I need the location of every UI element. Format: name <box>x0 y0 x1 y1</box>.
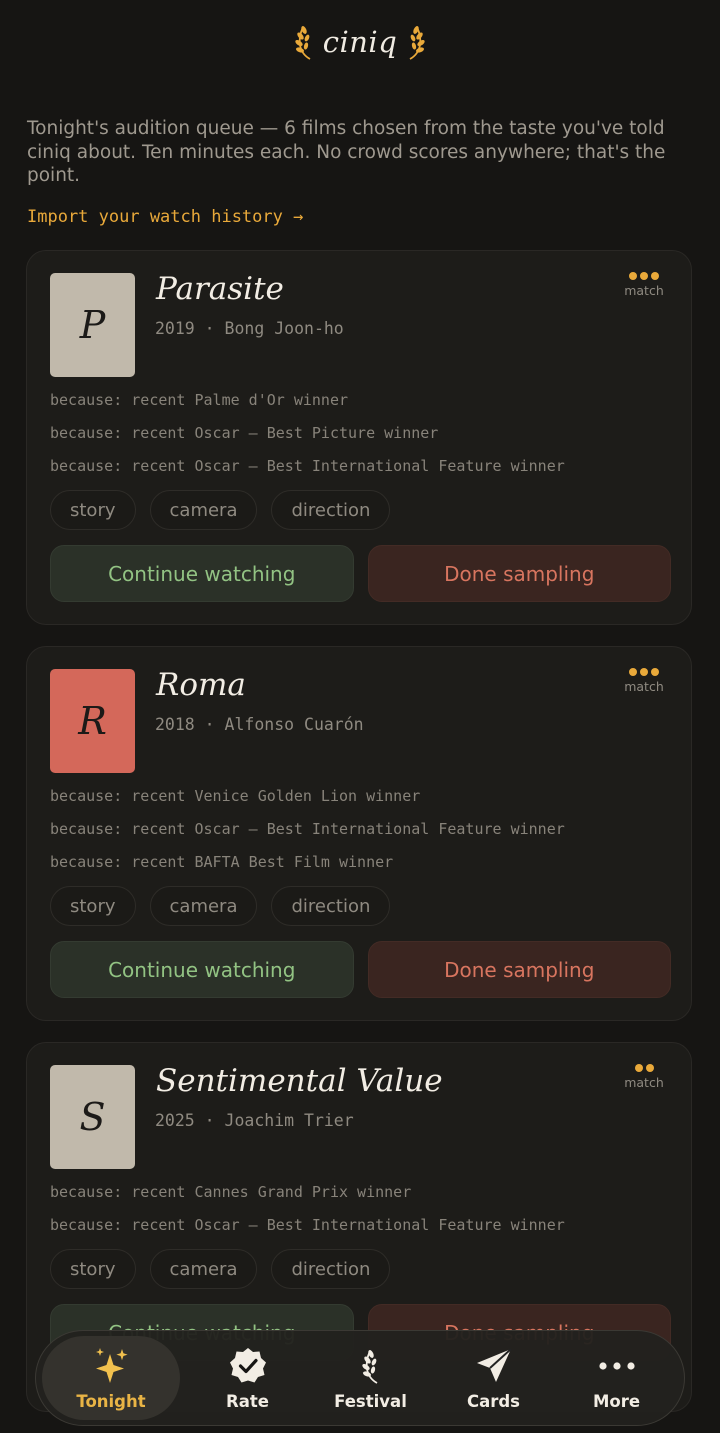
reason-line: because: recent Oscar – Best Internation… <box>50 457 565 475</box>
film-title[interactable]: Roma <box>156 667 246 703</box>
intro-text: Tonight's audition queue — 6 films chose… <box>27 118 666 186</box>
film-title[interactable]: Sentimental Value <box>156 1063 443 1099</box>
reason-line: because: recent Venice Golden Lion winne… <box>50 787 421 805</box>
tag-chip[interactable]: camera <box>149 490 258 530</box>
match-dot <box>640 668 648 676</box>
nav-label: Rate <box>226 1391 269 1411</box>
continue-watching-button[interactable]: Continue watching <box>50 941 354 998</box>
reason-line: because: recent Oscar – Best Picture win… <box>50 424 439 442</box>
nav-tab-rate[interactable]: Rate <box>186 1336 309 1420</box>
laurel-icon <box>351 1346 391 1386</box>
continue-watching-button[interactable]: Continue watching <box>50 545 354 602</box>
match-indicator: match <box>619 667 669 694</box>
card-actions: Continue watching Done sampling <box>50 545 671 602</box>
tag-chip[interactable]: direction <box>271 490 391 530</box>
reason-line: because: recent Oscar – Best Internation… <box>50 820 565 838</box>
film-poster[interactable]: R <box>50 669 135 773</box>
tag-chip[interactable]: direction <box>271 1249 391 1289</box>
tag-chip[interactable]: camera <box>149 886 258 926</box>
nav-label: Festival <box>334 1391 407 1411</box>
match-dots <box>619 271 669 281</box>
laurel-right-icon <box>409 26 425 60</box>
match-dot <box>645 1064 654 1072</box>
import-history-link[interactable]: Import your watch history → <box>27 207 303 227</box>
match-label: match <box>624 679 664 694</box>
tag-list: story camera direction <box>50 886 391 926</box>
match-dots <box>619 667 669 677</box>
match-dot <box>640 272 648 280</box>
match-label: match <box>624 1075 664 1090</box>
nav-tab-more[interactable]: More <box>555 1336 678 1420</box>
match-indicator: match <box>619 1063 669 1090</box>
nav-tab-festival[interactable]: Festival <box>309 1336 432 1420</box>
film-poster[interactable]: S <box>50 1065 135 1169</box>
film-card: R Roma 2018 · Alfonso Cuarón match becau… <box>26 646 692 1021</box>
laurel-left-icon <box>295 26 311 60</box>
verified-check-icon <box>228 1346 268 1386</box>
reason-line: because: recent Oscar – Best Internation… <box>50 1216 565 1234</box>
film-card: P Parasite 2019 · Bong Joon-ho match bec… <box>26 250 692 625</box>
nav-label: Tonight <box>76 1391 146 1411</box>
film-title[interactable]: Parasite <box>156 271 284 307</box>
tag-chip[interactable]: story <box>50 886 136 926</box>
more-dots-icon <box>597 1346 637 1386</box>
reason-line: because: recent BAFTA Best Film winner <box>50 853 394 871</box>
sparkles-icon <box>91 1346 131 1386</box>
match-dot <box>651 668 659 676</box>
reason-line: because: recent Cannes Grand Prix winner <box>50 1183 412 1201</box>
app-logo-text: ciniq <box>322 25 398 59</box>
nav-label: More <box>592 1391 641 1411</box>
nav-tab-cards[interactable]: Cards <box>432 1336 555 1420</box>
tag-list: story camera direction <box>50 490 391 530</box>
match-dot <box>629 668 637 676</box>
film-meta: 2018 · Alfonso Cuarón <box>155 715 364 734</box>
send-icon <box>474 1346 514 1386</box>
match-dot <box>634 1064 643 1072</box>
nav-tab-tonight[interactable]: Tonight <box>42 1336 180 1420</box>
bottom-nav: Tonight Rate Festival Cards More <box>35 1330 685 1426</box>
nav-label: Cards <box>466 1391 520 1411</box>
match-dots <box>619 1063 669 1073</box>
done-sampling-button[interactable]: Done sampling <box>367 545 671 602</box>
card-actions: Continue watching Done sampling <box>50 941 671 998</box>
tag-chip[interactable]: story <box>50 490 136 530</box>
match-dot <box>629 272 637 280</box>
match-label: match <box>624 283 664 298</box>
film-meta: 2025 · Joachim Trier <box>155 1111 354 1130</box>
film-poster[interactable]: P <box>50 273 135 377</box>
tag-chip[interactable]: direction <box>271 886 391 926</box>
tag-chip[interactable]: story <box>50 1249 136 1289</box>
film-meta: 2019 · Bong Joon-ho <box>155 319 344 338</box>
done-sampling-button[interactable]: Done sampling <box>367 941 671 998</box>
match-indicator: match <box>619 271 669 298</box>
reason-line: because: recent Palme d'Or winner <box>50 391 349 409</box>
tag-chip[interactable]: camera <box>149 1249 258 1289</box>
match-dot <box>651 272 659 280</box>
app-header: ciniq <box>0 14 720 70</box>
tag-list: story camera direction <box>50 1249 391 1289</box>
